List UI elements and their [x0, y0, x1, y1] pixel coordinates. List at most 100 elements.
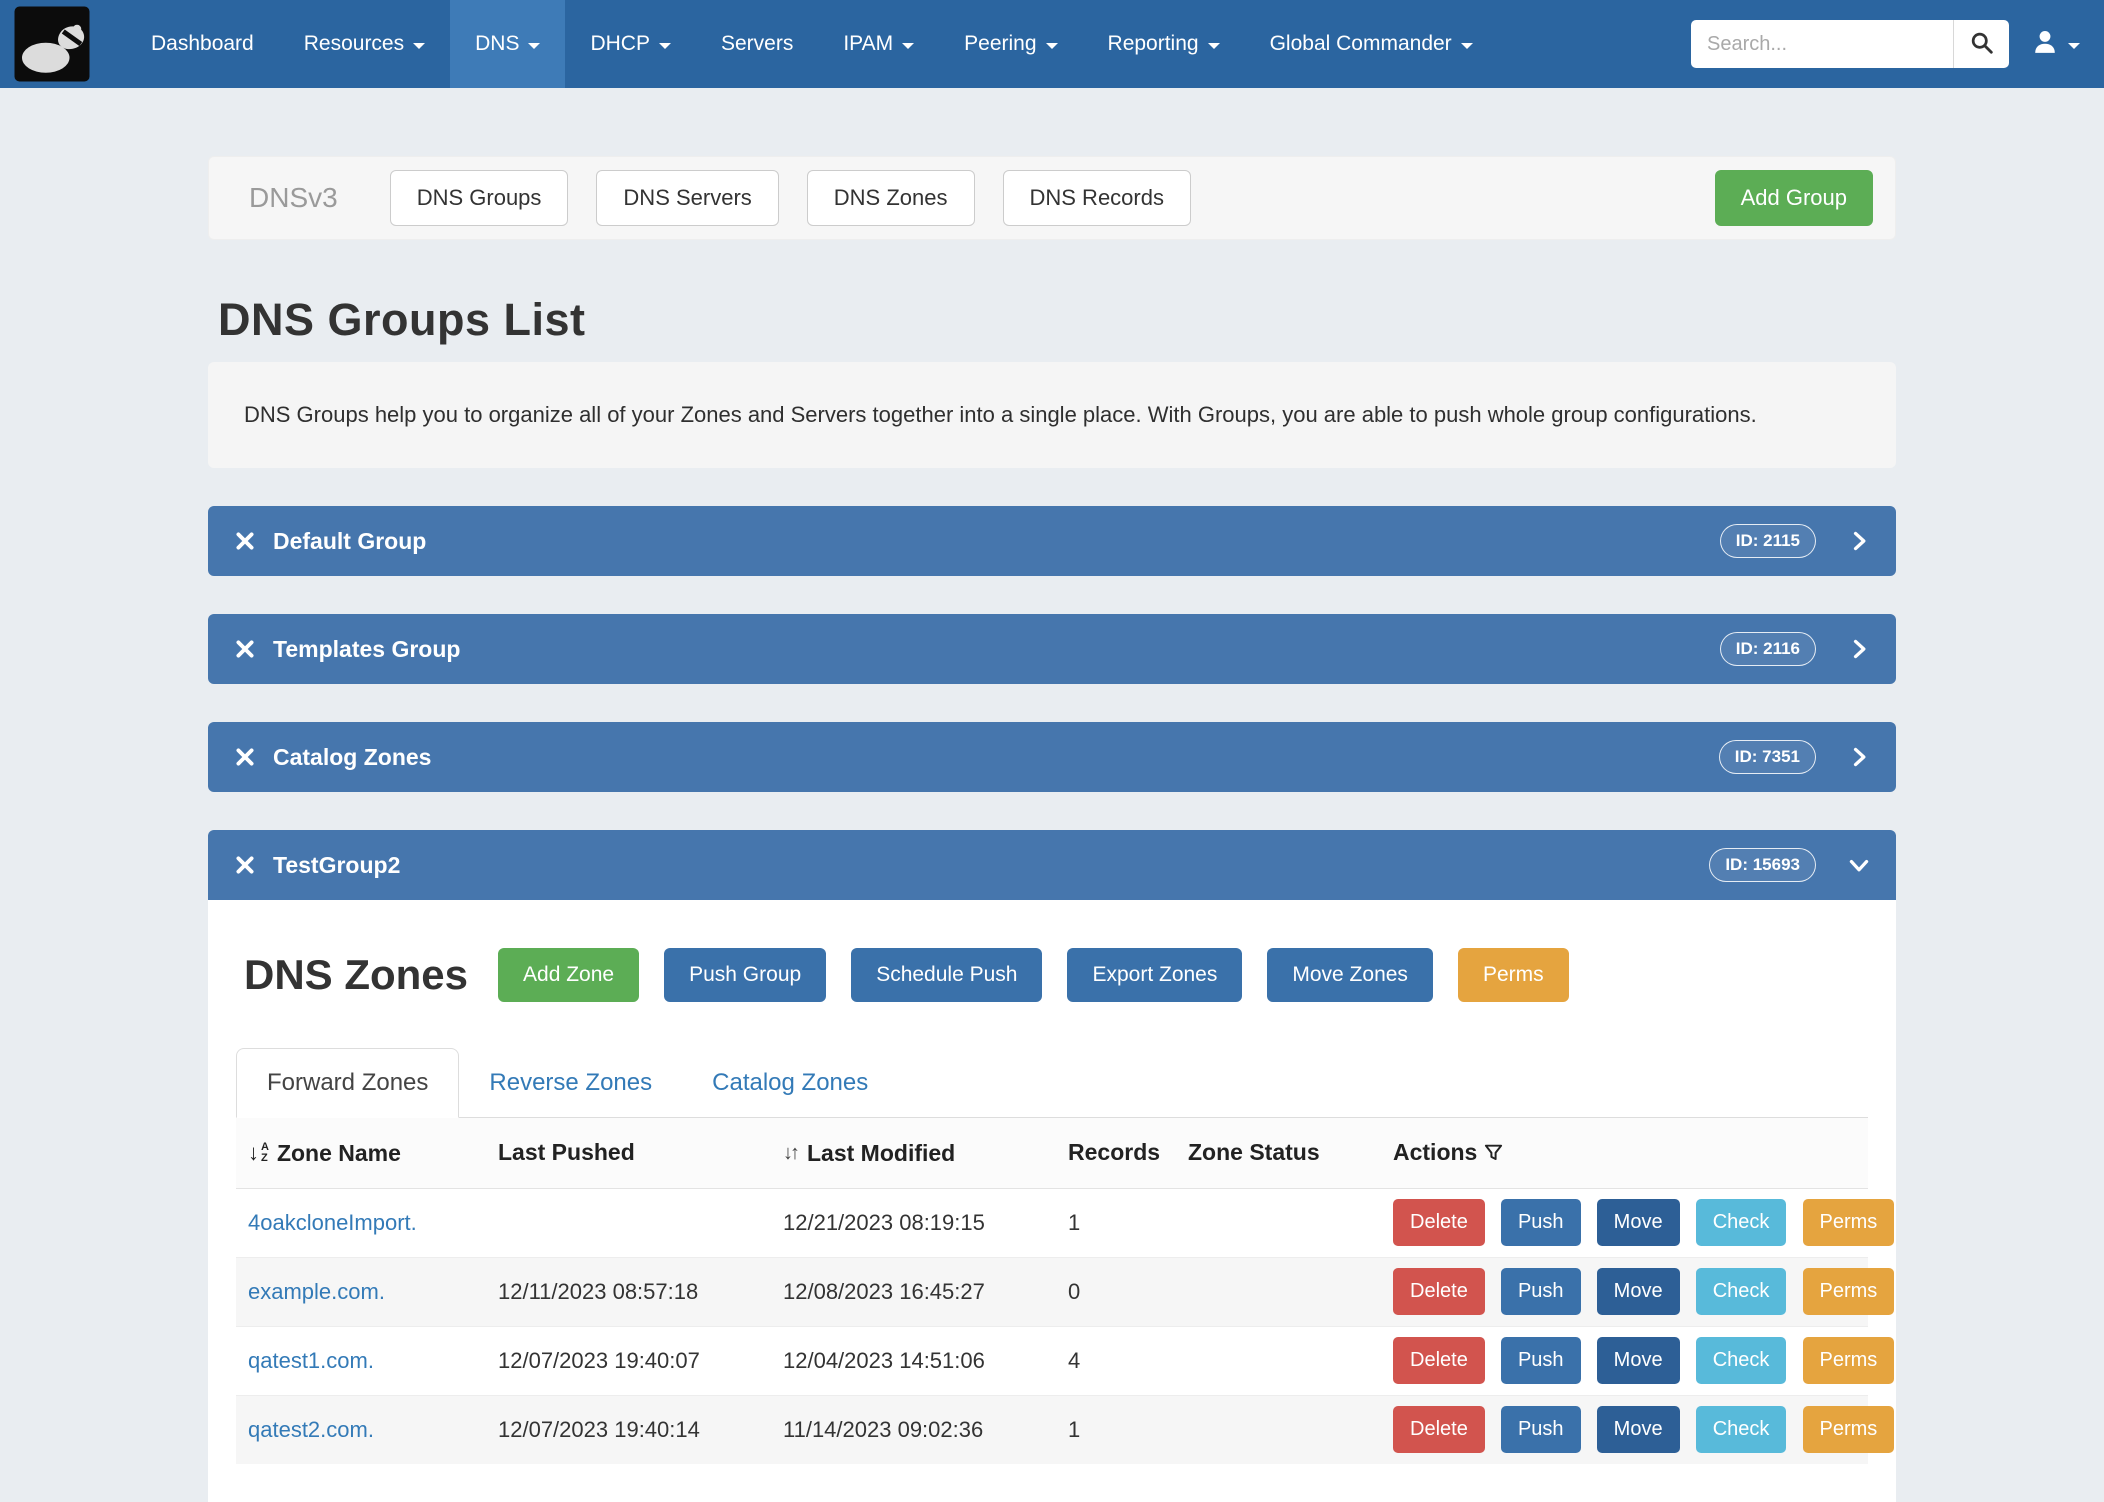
toolbar-buttons: DNS Groups DNS Servers DNS Zones DNS Record… [390, 170, 1191, 226]
add-group-button[interactable]: Add Group [1715, 170, 1873, 226]
delete-button[interactable]: Delete [1393, 1406, 1485, 1453]
col-actions[interactable]: Actions [1381, 1118, 1868, 1188]
remove-group-icon[interactable] [234, 530, 256, 552]
chevron-right-icon[interactable] [1848, 530, 1870, 552]
group-bar-default-group[interactable]: Default Group ID: 2115 [208, 506, 1896, 576]
tab-reverse-zones[interactable]: Reverse Zones [459, 1048, 682, 1118]
push-button[interactable]: Push [1501, 1337, 1581, 1384]
dnsv3-toolbar: DNSv3 DNS GroupsDNS ServersDNS ZonesDNS … [208, 156, 1896, 240]
nav-item-dashboard[interactable]: Dashboard [126, 0, 279, 88]
perms-button[interactable]: Perms [1803, 1406, 1895, 1453]
dns-servers-button[interactable]: DNS Servers [596, 170, 778, 226]
move-zones-button[interactable]: Move Zones [1267, 948, 1433, 1002]
group-bar-testgroup2[interactable]: TestGroup2 ID: 15693 [208, 830, 1896, 900]
add-zone-button[interactable]: Add Zone [498, 948, 639, 1002]
push-group-button[interactable]: Push Group [664, 948, 826, 1002]
nav-item-label: Global Commander [1270, 32, 1452, 56]
last-pushed-cell: 12/07/2023 19:40:14 [486, 1395, 771, 1464]
col-last-pushed[interactable]: Last Pushed [486, 1118, 771, 1188]
push-button[interactable]: Push [1501, 1406, 1581, 1453]
delete-button[interactable]: Delete [1393, 1268, 1485, 1315]
caret-down-icon [528, 43, 540, 49]
check-button[interactable]: Check [1696, 1268, 1787, 1315]
dnsv3-label: DNSv3 [249, 182, 338, 214]
table-header-row: ↓ AZ Zone Name Last Pushed ↓↑ [236, 1118, 1868, 1188]
nav-item-label: Reporting [1108, 32, 1199, 56]
perms-button[interactable]: Perms [1458, 948, 1569, 1002]
nav-item-servers[interactable]: Servers [696, 0, 818, 88]
group-bar-templates-group[interactable]: Templates Group ID: 2116 [208, 614, 1896, 684]
col-records[interactable]: Records [1056, 1118, 1176, 1188]
dns-groups-button[interactable]: DNS Groups [390, 170, 569, 226]
nav-item-reporting[interactable]: Reporting [1083, 0, 1245, 88]
search-icon [1970, 31, 1994, 58]
nav-item-dns[interactable]: DNS [450, 0, 565, 88]
caret-down-icon [902, 43, 914, 49]
nav-item-resources[interactable]: Resources [279, 0, 450, 88]
nav-item-label: Resources [304, 32, 404, 56]
zone-name-link[interactable]: qatest1.com. [248, 1348, 374, 1373]
app-logo-icon[interactable] [12, 4, 92, 84]
perms-button[interactable]: Perms [1803, 1199, 1895, 1246]
last-modified-cell: 11/14/2023 09:02:36 [771, 1395, 1056, 1464]
perms-button[interactable]: Perms [1803, 1337, 1895, 1384]
move-button[interactable]: Move [1597, 1406, 1680, 1453]
push-button[interactable]: Push [1501, 1199, 1581, 1246]
dns-zones-button[interactable]: DNS Zones [807, 170, 975, 226]
nav-item-global-commander[interactable]: Global Commander [1245, 0, 1498, 88]
check-button[interactable]: Check [1696, 1406, 1787, 1453]
delete-button[interactable]: Delete [1393, 1199, 1485, 1246]
search-input[interactable] [1691, 20, 1953, 68]
search-group [1691, 20, 2009, 68]
page-content: DNSv3 DNS GroupsDNS ServersDNS ZonesDNS … [208, 156, 1896, 1502]
dns-records-button[interactable]: DNS Records [1003, 170, 1191, 226]
zone-name-link[interactable]: example.com. [248, 1279, 385, 1304]
chevron-right-icon[interactable] [1848, 746, 1870, 768]
move-button[interactable]: Move [1597, 1199, 1680, 1246]
user-menu[interactable] [2031, 28, 2080, 61]
zone-name-link[interactable]: 4oakcloneImport. [248, 1210, 417, 1235]
nav-item-ipam[interactable]: IPAM [818, 0, 939, 88]
col-zone-status[interactable]: Zone Status [1176, 1118, 1381, 1188]
schedule-push-button[interactable]: Schedule Push [851, 948, 1042, 1002]
delete-button[interactable]: Delete [1393, 1337, 1485, 1384]
group-name: Templates Group [273, 636, 460, 663]
last-modified-cell: 12/08/2023 16:45:27 [771, 1257, 1056, 1326]
col-zone-name[interactable]: ↓ AZ Zone Name [236, 1118, 486, 1188]
chevron-right-icon[interactable] [1848, 638, 1870, 660]
sort-alpha-down-icon[interactable]: ↓ AZ [248, 1142, 269, 1164]
move-button[interactable]: Move [1597, 1337, 1680, 1384]
move-button[interactable]: Move [1597, 1268, 1680, 1315]
nav-item-label: DHCP [590, 32, 650, 56]
check-button[interactable]: Check [1696, 1337, 1787, 1384]
search-button[interactable] [1953, 20, 2009, 68]
col-last-modified[interactable]: ↓↑ Last Modified [771, 1118, 1056, 1188]
export-zones-button[interactable]: Export Zones [1067, 948, 1242, 1002]
records-cell: 4 [1056, 1326, 1176, 1395]
nav-item-label: Dashboard [151, 32, 254, 56]
check-button[interactable]: Check [1696, 1199, 1787, 1246]
zone-status-cell [1176, 1257, 1381, 1326]
nav-item-peering[interactable]: Peering [939, 0, 1082, 88]
caret-down-icon [413, 43, 425, 49]
zone-status-cell [1176, 1326, 1381, 1395]
tab-catalog-zones[interactable]: Catalog Zones [682, 1048, 898, 1118]
page-description: DNS Groups help you to organize all of y… [208, 362, 1896, 468]
push-button[interactable]: Push [1501, 1268, 1581, 1315]
group-name: TestGroup2 [273, 852, 400, 879]
perms-button[interactable]: Perms [1803, 1268, 1895, 1315]
group-id-badge: ID: 7351 [1719, 740, 1816, 774]
navbar-right [1691, 0, 2080, 88]
tab-forward-zones[interactable]: Forward Zones [236, 1048, 459, 1118]
nav-item-dhcp[interactable]: DHCP [565, 0, 696, 88]
remove-group-icon[interactable] [234, 854, 256, 876]
remove-group-icon[interactable] [234, 746, 256, 768]
actions-cell: Delete Push Move Check Perms [1381, 1326, 1868, 1395]
group-bar-catalog-zones[interactable]: Catalog Zones ID: 7351 [208, 722, 1896, 792]
chevron-down-icon[interactable] [1848, 854, 1870, 876]
filter-icon[interactable] [1477, 1139, 1504, 1165]
zone-name-link[interactable]: qatest2.com. [248, 1417, 374, 1442]
zones-table-body: 4oakcloneImport. 12/21/2023 08:19:15 1 D… [236, 1188, 1868, 1464]
sort-updown-icon[interactable]: ↓↑ [783, 1142, 797, 1165]
remove-group-icon[interactable] [234, 638, 256, 660]
